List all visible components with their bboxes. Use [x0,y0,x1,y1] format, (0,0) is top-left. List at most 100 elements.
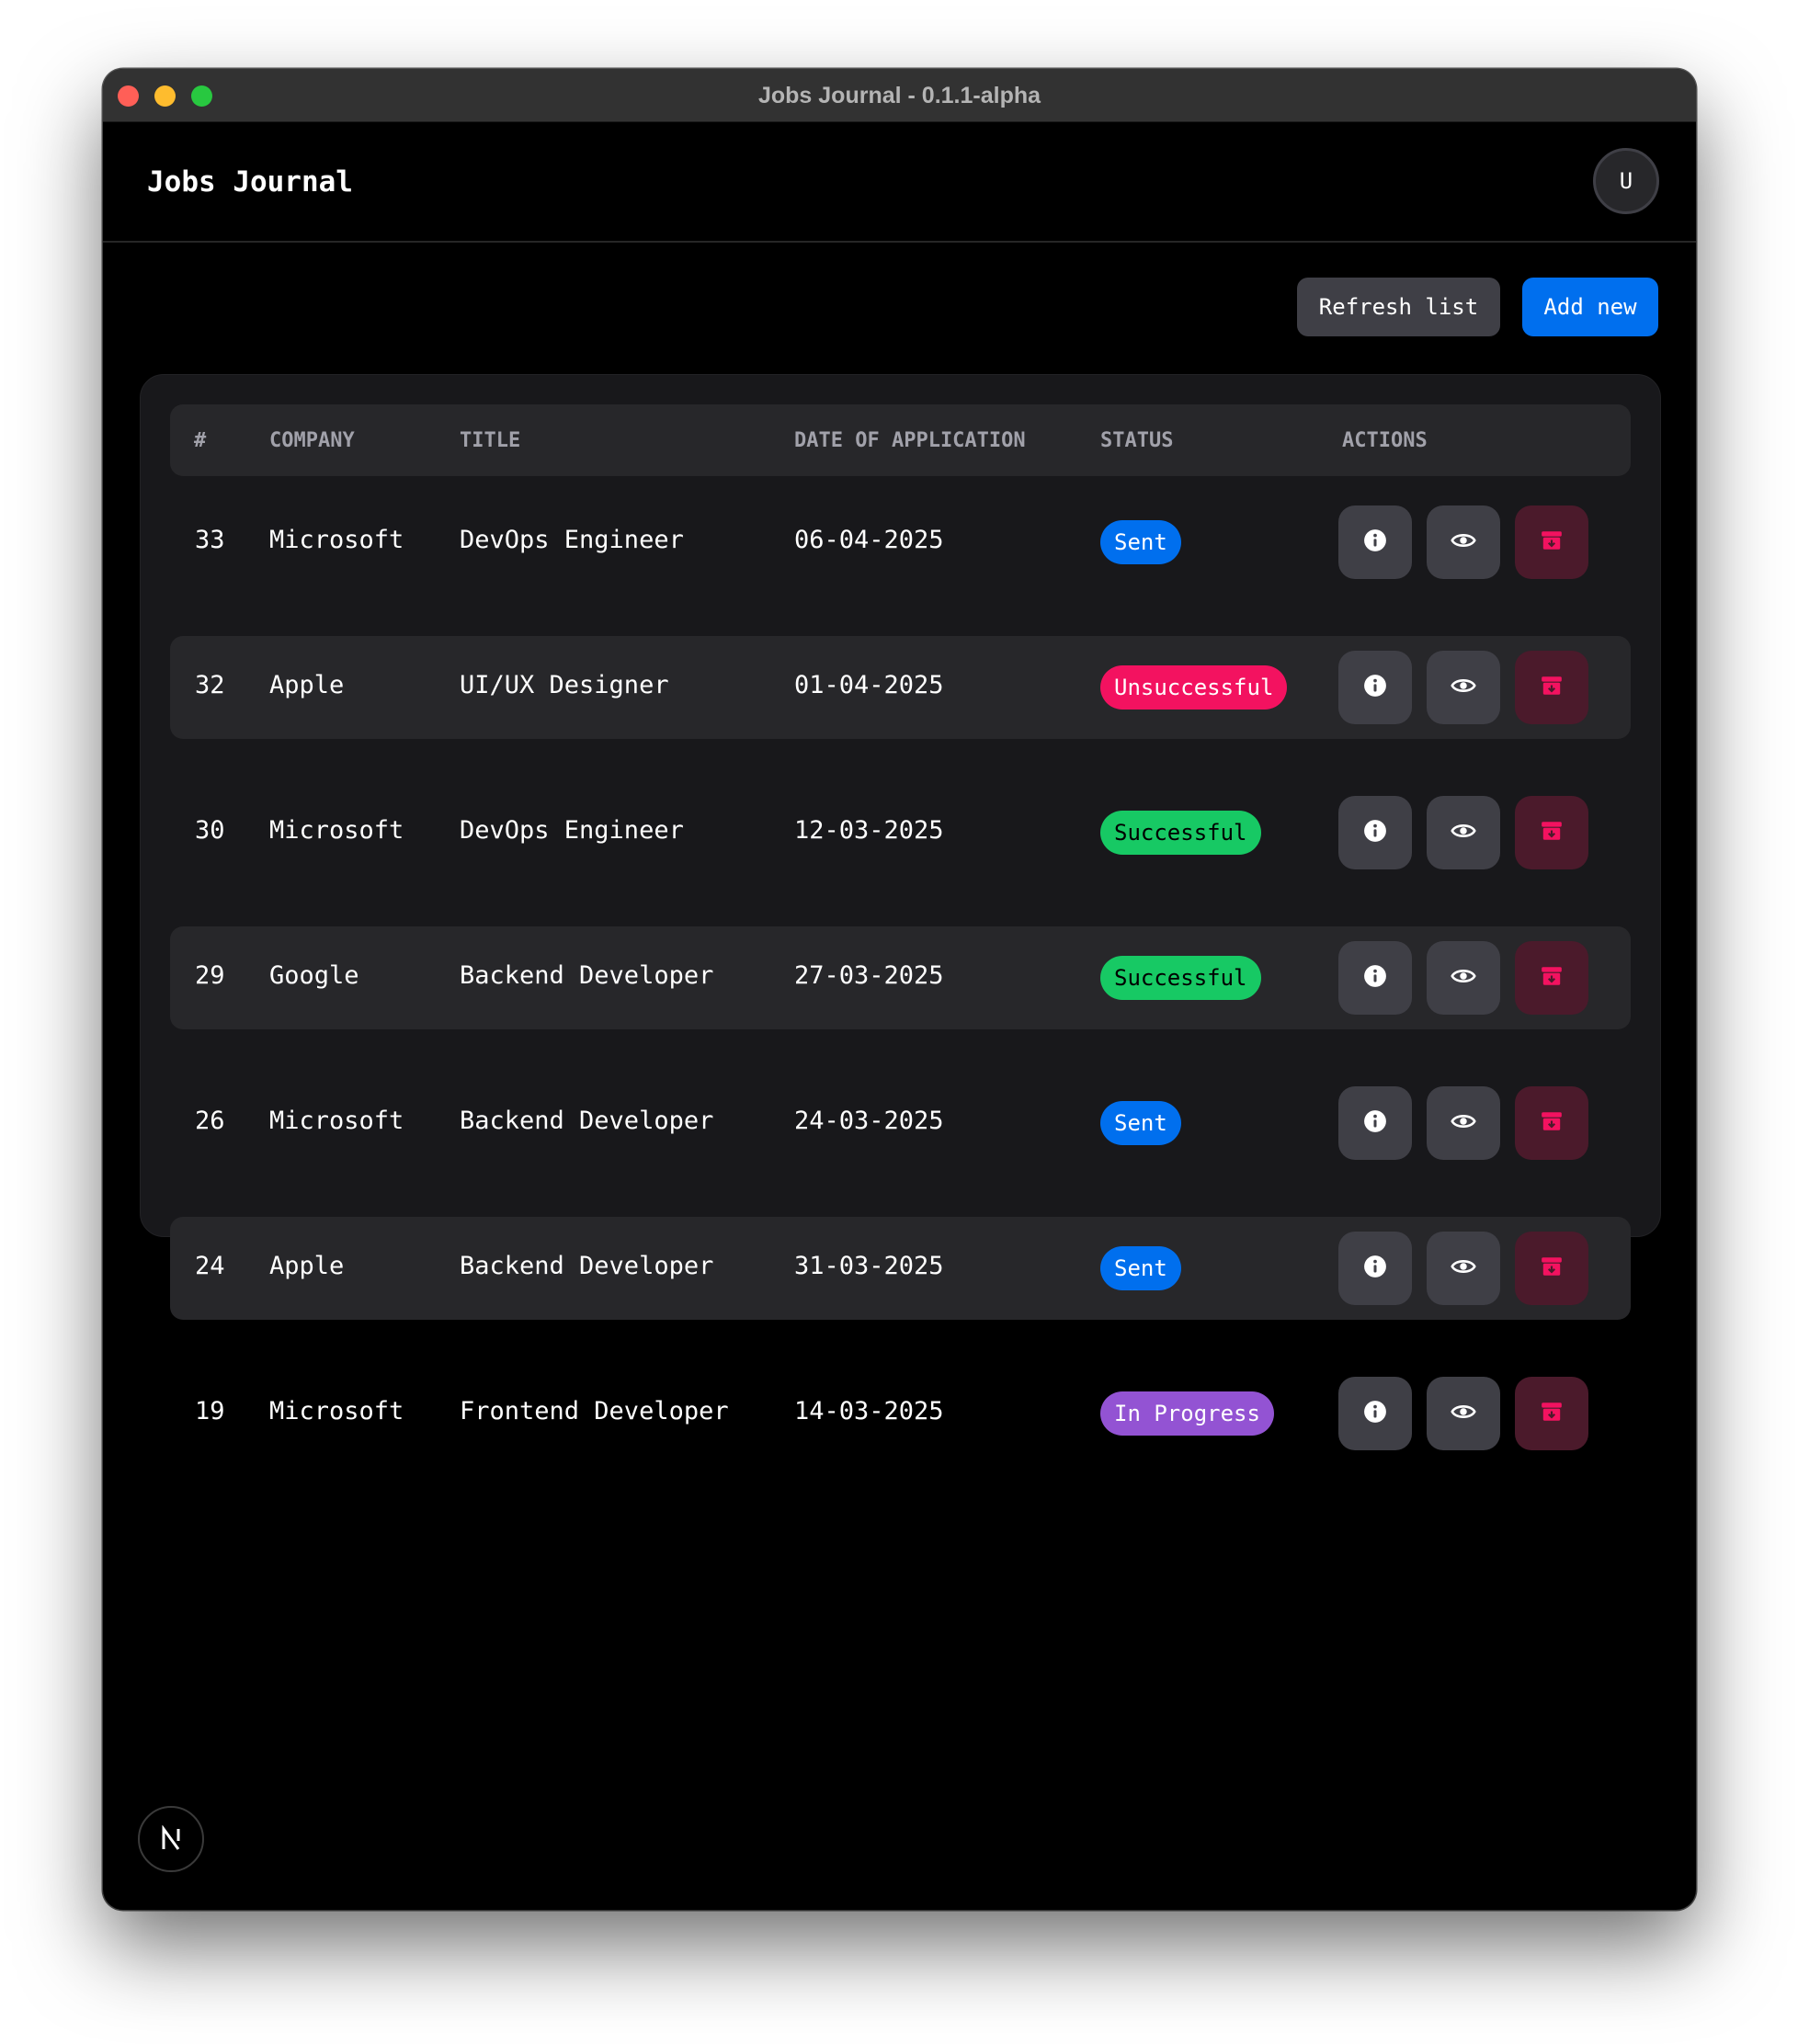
row-date: 01-04-2025 [794,671,944,699]
row-company: Microsoft [269,1107,404,1135]
status-badge: Sent [1100,520,1181,564]
archive-icon [1540,1109,1564,1138]
row-id: 32 [195,671,225,699]
status-badge: Successful [1100,811,1261,855]
archive-icon [1540,1255,1564,1283]
app-header: Jobs Journal U [103,121,1696,243]
eye-icon [1451,1254,1476,1284]
eye-icon [1451,818,1476,848]
window-title: Jobs Journal - 0.1.1-alpha [757,83,1041,108]
eye-icon [1451,963,1476,994]
archive-icon [1540,819,1564,847]
eye-icon [1451,528,1476,558]
info-icon [1363,1109,1387,1138]
info-icon [1363,674,1387,702]
row-title: Frontend Developer [460,1397,729,1425]
row-company: Microsoft [269,1397,404,1425]
archive-icon [1540,1400,1564,1428]
eye-icon [1451,1399,1476,1429]
user-avatar[interactable]: U [1593,148,1659,214]
row-title: UI/UX Designer [460,671,669,699]
details-button[interactable] [1338,505,1412,579]
row-title: DevOps Engineer [460,526,684,554]
row-date: 06-04-2025 [794,526,944,554]
archive-icon [1540,528,1564,557]
row-id: 29 [195,961,225,990]
refresh-list-button[interactable]: Refresh list [1297,278,1500,336]
table-row[interactable]: 19 Microsoft Frontend Developer 14-03-2025 I… [170,1362,1631,1465]
details-button[interactable] [1338,796,1412,869]
table-row[interactable]: 24 Apple Backend Developer 31-03-2025 Sent [170,1217,1631,1320]
view-button[interactable] [1427,1232,1500,1305]
eye-icon [1451,673,1476,703]
status-badge: Sent [1100,1246,1181,1290]
row-title: Backend Developer [460,1107,714,1135]
nextjs-icon [162,1825,180,1850]
table-row[interactable]: 29 Google Backend Developer 27-03-2025 Succe… [170,926,1631,1029]
archive-icon [1540,964,1564,993]
info-icon [1363,819,1387,847]
view-button[interactable] [1427,1377,1500,1450]
column-header-status: STATUS [1100,429,1174,452]
row-company: Microsoft [269,526,404,554]
info-icon [1363,1255,1387,1283]
nextjs-dev-indicator[interactable] [138,1806,204,1872]
add-new-button[interactable]: Add new [1522,278,1658,336]
eye-icon [1451,1108,1476,1139]
row-company: Apple [269,1252,345,1280]
table-header: # COMPANY TITLE DATE OF APPLICATION STAT… [170,404,1631,476]
archive-button[interactable] [1515,796,1588,869]
table-row[interactable]: 26 Microsoft Backend Developer 24-03-2025 Se… [170,1072,1631,1175]
status-badge: Unsuccessful [1100,665,1288,710]
column-header-company: COMPANY [269,429,355,452]
table-row[interactable]: 32 Apple UI/UX Designer 01-04-2025 Unsuccess… [170,636,1631,739]
archive-button[interactable] [1515,1086,1588,1160]
app-brand: Jobs Journal [147,165,353,199]
status-badge: Successful [1100,956,1261,1000]
details-button[interactable] [1338,1377,1412,1450]
row-title: Backend Developer [460,961,714,990]
view-button[interactable] [1427,796,1500,869]
archive-button[interactable] [1515,651,1588,724]
row-company: Google [269,961,359,990]
table-row[interactable]: 33 Microsoft DevOps Engineer 06-04-2025 Sent [170,491,1631,594]
archive-button[interactable] [1515,505,1588,579]
details-button[interactable] [1338,941,1412,1015]
row-id: 19 [195,1397,225,1425]
archive-button[interactable] [1515,941,1588,1015]
table-row[interactable]: 30 Microsoft DevOps Engineer 12-03-2025 Succ… [170,781,1631,884]
row-date: 31-03-2025 [794,1252,944,1280]
column-header-actions: ACTIONS [1342,429,1428,452]
view-button[interactable] [1427,651,1500,724]
column-header-date: DATE OF APPLICATION [794,429,1026,452]
row-id: 33 [195,526,225,554]
view-button[interactable] [1427,1086,1500,1160]
archive-button[interactable] [1515,1232,1588,1305]
window-titlebar[interactable]: Jobs Journal - 0.1.1-alpha [103,69,1696,122]
row-date: 24-03-2025 [794,1107,944,1135]
row-date: 12-03-2025 [794,816,944,845]
row-id: 24 [195,1252,225,1280]
row-id: 30 [195,816,225,845]
app-window: Jobs Journal - 0.1.1-alpha Jobs Journal … [103,69,1696,1910]
archive-button[interactable] [1515,1377,1588,1450]
view-button[interactable] [1427,505,1500,579]
archive-icon [1540,674,1564,702]
details-button[interactable] [1338,651,1412,724]
row-date: 27-03-2025 [794,961,944,990]
view-button[interactable] [1427,941,1500,1015]
info-icon [1363,964,1387,993]
status-badge: In Progress [1100,1391,1274,1436]
row-company: Microsoft [269,816,404,845]
row-company: Apple [269,671,345,699]
status-badge: Sent [1100,1101,1181,1145]
applications-table-card: # COMPANY TITLE DATE OF APPLICATION STAT… [140,374,1661,1450]
row-date: 14-03-2025 [794,1397,944,1425]
row-title: Backend Developer [460,1252,714,1280]
info-icon [1363,528,1387,557]
details-button[interactable] [1338,1232,1412,1305]
details-button[interactable] [1338,1086,1412,1160]
row-title: DevOps Engineer [460,816,684,845]
row-id: 26 [195,1107,225,1135]
info-icon [1363,1400,1387,1428]
